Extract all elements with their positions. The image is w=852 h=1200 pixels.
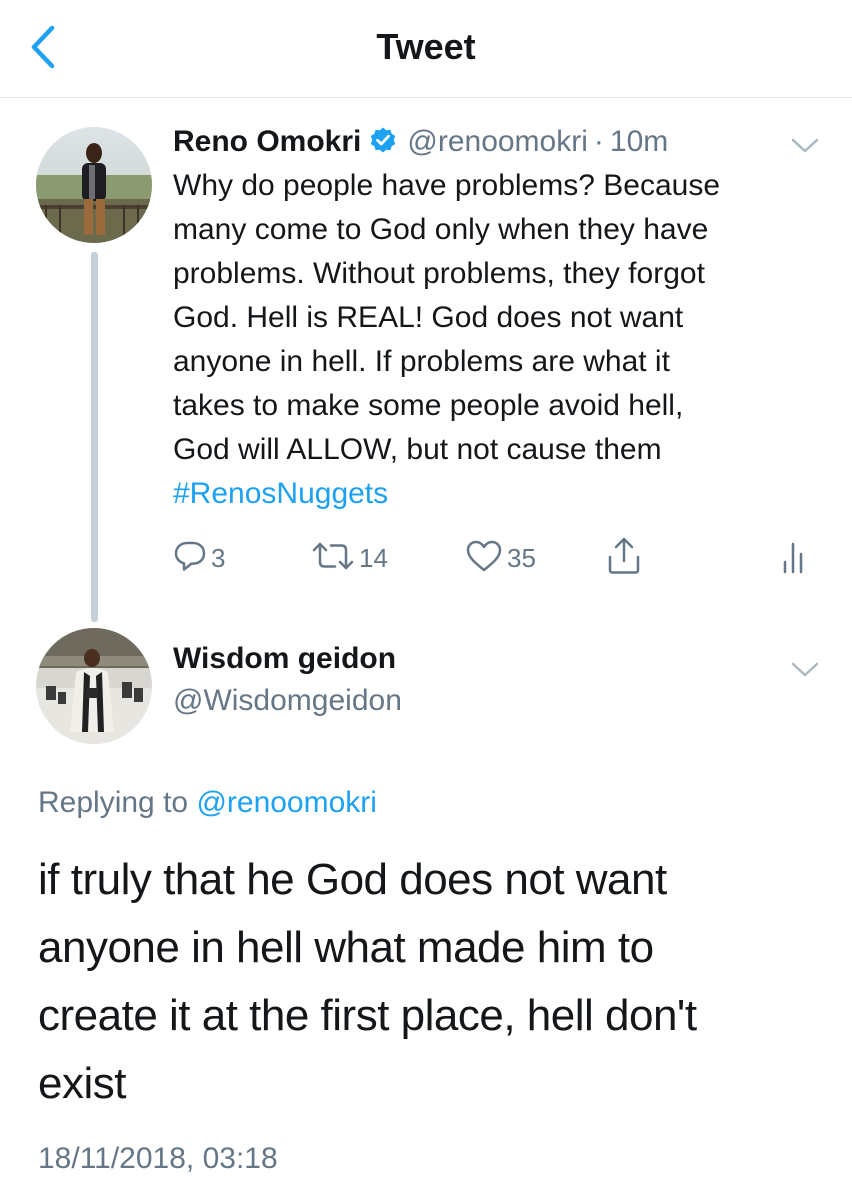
top-bar: Tweet (0, 0, 852, 98)
analytics-button[interactable] (781, 538, 809, 578)
share-icon (606, 537, 642, 580)
author-name[interactable]: Reno Omokri (173, 125, 361, 159)
like-count: 35 (507, 542, 536, 573)
reply-button[interactable]: 3 (173, 538, 225, 578)
tweet-text-line: Why do people have problems? Because (173, 169, 721, 202)
analytics-icon (781, 538, 809, 579)
reply-count: 3 (211, 542, 226, 573)
share-button[interactable] (606, 537, 642, 580)
reply-text-line: create it at the first place, hell don't (38, 991, 697, 1040)
author-handle[interactable]: @renoomokri (407, 125, 588, 159)
replying-to-mention[interactable]: @renoomokri (196, 786, 377, 819)
tweet-text-line: takes to make some people avoid hell, (173, 389, 684, 422)
chevron-down-icon (789, 138, 821, 160)
tweet-time: 10m (609, 125, 669, 158)
verified-badge-icon (369, 126, 397, 159)
retweet-count: 14 (359, 542, 388, 573)
time-separator: · (593, 125, 604, 158)
tweet-text-line: God. Hell is REAL! God does not want (173, 301, 684, 334)
tweet-text-line: anyone in hell. If problems are what it (173, 345, 670, 378)
retweet-icon (311, 539, 355, 578)
heart-icon (465, 539, 503, 578)
reply-timestamp: 18/11/2018, 03:18 (38, 1142, 278, 1175)
tweet-header: Reno Omokri @renoomokri · 10m (173, 120, 668, 164)
avatar[interactable] (36, 628, 152, 744)
reply-menu-button[interactable] (789, 660, 821, 680)
hashtag-link[interactable]: #RenosNuggets (173, 472, 833, 516)
chevron-down-icon (789, 662, 821, 684)
tweet-text-line: many come to God only when they have (173, 213, 709, 246)
tweet-text-line: problems. Without problems, they forgot (173, 257, 705, 290)
reply-text: if truly that he God does not want anyon… (38, 846, 828, 1118)
like-button[interactable]: 35 (465, 538, 536, 578)
tweet-menu-button[interactable] (789, 136, 821, 156)
reply-icon (173, 539, 207, 578)
thread-connector (91, 252, 98, 622)
replying-to: Replying to @renoomokri (38, 786, 377, 820)
page-title: Tweet (376, 26, 476, 67)
reply-author-handle[interactable]: @Wisdomgeidon (173, 684, 402, 718)
replying-to-label: Replying to (38, 786, 189, 819)
tweet-text: Why do people have problems? Because man… (173, 164, 833, 516)
avatar[interactable] (36, 127, 152, 243)
reply-text-line: anyone in hell what made him to (38, 923, 654, 972)
tweet-text-line: God will ALLOW, but not cause them (173, 433, 662, 466)
reply-author-name[interactable]: Wisdom geidon (173, 642, 396, 676)
reply-text-line: if truly that he God does not want (38, 855, 667, 904)
retweet-button[interactable]: 14 (311, 538, 388, 578)
reply-text-line: exist (38, 1059, 126, 1108)
